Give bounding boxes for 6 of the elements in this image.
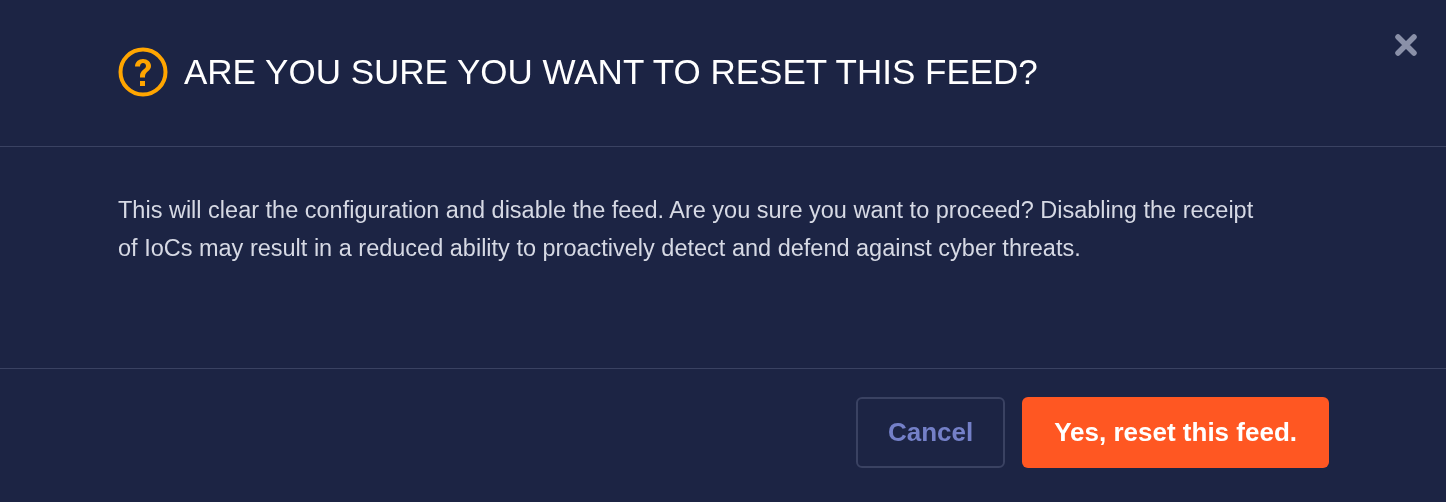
question-icon: [118, 47, 168, 97]
cancel-button[interactable]: Cancel: [855, 397, 1006, 468]
confirm-button[interactable]: Yes, reset this feed.: [1022, 397, 1329, 468]
dialog-message: This will clear the configuration and disable the feed. Are you sure you want to proceed? Disabling the receipt of IoCs may result in a reduced ability to proactively detect and defend against cyber threats.: [118, 196, 1255, 263]
close-icon[interactable]: [1395, 34, 1417, 56]
dialog-title: ARE YOU SURE YOU WANT TO RESET THIS FEED?: [184, 52, 1038, 92]
